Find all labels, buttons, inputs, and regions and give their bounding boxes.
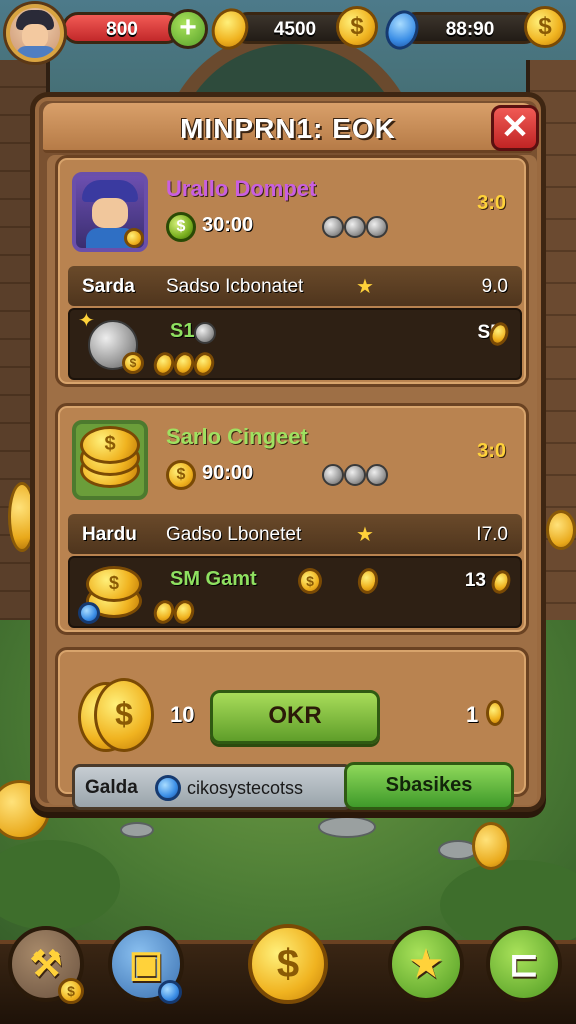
shop-nav-button[interactable]: $ [248,924,328,1004]
offer-card-hero[interactable]: Urallo Dompet 3:0 $ 30:00 Sarda Sadso Ic… [55,155,529,387]
quantity-value: 10 [170,702,195,727]
silver-coin-icon [344,216,366,238]
gem-icon [155,775,181,801]
star-icon: ★ [356,276,374,298]
silver-coin-icon [366,216,388,238]
gem-counter-value: 88:90 [445,19,495,40]
stone [120,822,154,838]
coin-icon [488,567,514,597]
offer-reward-row: $ ✦ S1 S5. [68,308,522,380]
silver-coin-icon [344,464,366,486]
achievements-nav-button[interactable]: ★ [388,926,464,1002]
offer-title: Sarlo Cingeet [166,424,308,449]
close-icon: ✕ [500,108,530,146]
silver-coin-icon [322,464,344,486]
coin-pile-icon: $ [78,674,168,764]
offer-price-value: 30:00 [202,214,254,236]
detail-value: I7.0 [476,524,508,545]
code-input-field[interactable]: Galda cikosystecotss [72,764,352,810]
scattered-coin-icon [472,822,510,870]
coin-icon [124,228,144,248]
offer-detail-strip: Hardu Gadso Lbonetet ★ I7.0 [68,514,522,554]
coin-icon: $ [298,568,322,594]
panel-header: MINPRN1: EOK ✕ [43,103,539,153]
coin-counter-bar: 800 [62,12,182,44]
gem-icon [78,602,100,624]
offer-reward-row: $ SM Gamt $ 13 [68,556,522,628]
coin-icon [205,3,255,55]
purchase-card: $ 10 OKR 1 Galda cikosystecotss Sbasikes [55,647,529,810]
coin-icon [190,349,218,379]
panel-title: MINPRN1: EOK [180,113,396,144]
detail-label: Sarda [82,276,135,297]
price-value: 1 [466,702,479,727]
reward-label: S1 [170,320,195,342]
silver-coin-icon [322,216,344,238]
coin-icon: $ [336,6,378,48]
offer-card-coins[interactable]: $ Sarlo Cingeet 3:0 $ 90:00 Hardu Gadso … [55,403,529,635]
star-icon: ★ [409,943,443,984]
plug-icon: ⊏ [508,943,540,984]
coin-icon [486,700,504,726]
scattered-coin-icon [546,510,576,550]
coin-icon: $ [58,978,84,1004]
input-value: cikosystecotss [187,778,304,798]
silver-coin-icon [194,322,216,344]
detail-text: Sadso Icbonatet [166,276,304,297]
detail-label: Hardu [82,524,137,545]
input-label: Galda [85,777,138,798]
bottom-nav-bar: ⚒ $ ▣ $ ★ ⊏ [0,924,576,1024]
add-currency-button[interactable]: + [168,9,208,49]
submit-button[interactable]: Sbasikes [344,762,514,810]
offer-price-value: 90:00 [202,462,254,484]
shop-panel: MINPRN1: EOK ✕ Urallo Dompet 3:0 $ 30:00 [30,92,546,812]
cards-nav-button[interactable]: ▣ [108,926,184,1004]
coin-icon: $ [524,6,566,48]
gem-icon [158,980,182,1004]
more-nav-button[interactable]: ⊏ [486,926,562,1002]
silver-coin-icon [366,464,388,486]
detail-value: 9.0 [481,276,508,297]
offer-detail-strip: Sarda Sadso Icbonatet ★ 9.0 [68,266,522,306]
coin-counter-value: 800 [106,19,138,40]
panel-body: Urallo Dompet 3:0 $ 30:00 Sarda Sadso Ic… [47,155,537,810]
offer-amount: 3:0 [477,192,506,214]
ok-button[interactable]: OKR [210,690,380,744]
gem-counter-bar: 88:90 [400,12,540,44]
coin-stack-icon: $ [78,560,150,626]
reward-value: 13 [464,570,486,591]
star-icon: ★ [356,524,374,546]
build-nav-button[interactable]: ⚒ $ [8,926,84,1004]
close-button[interactable]: ✕ [491,105,539,151]
coin-pile-thumbnail: $ [72,420,148,500]
detail-text: Gadso Lbonetet [166,524,302,545]
top-hud: 800 + 4500 $ 88:90 $ [0,0,576,62]
offer-title: Urallo Dompet [166,176,317,201]
offer-amount: 3:0 [477,440,506,462]
coin-icon: $ [166,460,196,490]
coin-icon [170,597,198,627]
stone [318,816,376,838]
reward-label: SM Gamt [170,568,257,590]
gear-item-icon: $ ✦ [78,310,150,378]
coin-icon [355,566,381,596]
player-avatar[interactable] [6,4,64,62]
green-coin-icon: $ [166,212,196,242]
